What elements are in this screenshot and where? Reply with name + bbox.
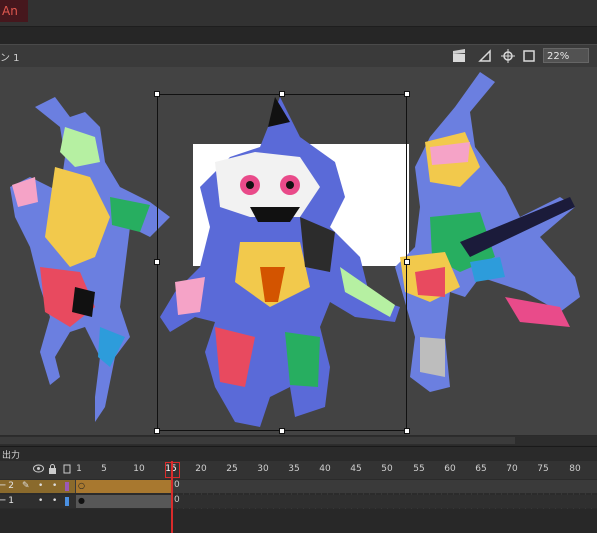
document-tab-bar — [0, 27, 597, 44]
layer-name[interactable]: ─ 1 • • — [0, 495, 75, 508]
playhead-marker[interactable] — [165, 462, 180, 478]
frame-number: 5 — [101, 464, 107, 474]
frame-number: 70 — [506, 464, 518, 474]
layer-label: ─ 1 — [0, 496, 15, 506]
stage-rotate-icon[interactable] — [477, 48, 493, 64]
frame-number: 1 — [76, 464, 82, 474]
frame-number: 40 — [319, 464, 331, 474]
timeline-title[interactable]: 出力 — [2, 448, 20, 461]
layer-row-2[interactable]: ─ 2 ✎ • • ○ 0 — [0, 480, 597, 493]
frame-number: 30 — [257, 464, 269, 474]
frame-number: 10 — [133, 464, 145, 474]
outline-icon[interactable] — [63, 464, 71, 477]
scene-label[interactable]: ン 1 — [0, 49, 20, 64]
keyframe-icon[interactable]: ○ — [78, 481, 85, 490]
keyframe-icon[interactable]: ● — [78, 496, 85, 505]
transform-handle[interactable] — [404, 428, 410, 434]
stage-horizontal-scrollbar[interactable] — [0, 436, 597, 445]
lock-icon[interactable] — [48, 464, 57, 477]
clip-icon[interactable] — [521, 48, 537, 64]
layer-name[interactable]: ─ 2 ✎ • • — [0, 480, 75, 493]
app-logo: An — [0, 0, 28, 22]
timeline-ruler[interactable]: 1 5 10 15 20 25 30 35 40 45 50 55 60 65 … — [0, 461, 597, 479]
visible-dot-icon[interactable]: • — [38, 480, 43, 493]
frame-number: 45 — [350, 464, 362, 474]
stage-canvas[interactable] — [0, 67, 597, 435]
frame-end-marker: 0 — [174, 480, 180, 490]
top-menu-bar: An — [0, 0, 597, 27]
layer-frames[interactable]: ● — [76, 495, 172, 508]
frame-number: 50 — [381, 464, 393, 474]
transform-handle[interactable] — [404, 259, 410, 265]
frame-number: 65 — [475, 464, 487, 474]
zoom-input[interactable]: 22% — [543, 48, 589, 63]
frame-number: 75 — [537, 464, 549, 474]
lock-dot-icon[interactable]: • — [52, 480, 57, 493]
scene-toolbar: ン 1 22% — [0, 44, 597, 68]
frame-number: 20 — [195, 464, 207, 474]
frame-number: 55 — [413, 464, 425, 474]
layer-color-swatch[interactable] — [65, 497, 69, 506]
transform-handle[interactable] — [404, 91, 410, 97]
frame-number: 25 — [226, 464, 238, 474]
clapperboard-icon[interactable] — [451, 48, 467, 64]
layer-frames[interactable]: ○ — [76, 480, 172, 493]
transform-handle[interactable] — [154, 91, 160, 97]
visible-dot-icon[interactable]: • — [38, 495, 43, 508]
frame-number: 80 — [569, 464, 581, 474]
transform-handle[interactable] — [154, 259, 160, 265]
layer-row-1[interactable]: ─ 1 • • ● 0 — [0, 495, 597, 508]
center-stage-icon[interactable] — [500, 48, 516, 64]
selection-bounding-box[interactable] — [157, 94, 407, 431]
layer-color-swatch[interactable] — [65, 482, 69, 491]
frame-end-marker: 0 — [174, 495, 180, 505]
frame-number: 35 — [288, 464, 300, 474]
transform-handle[interactable] — [154, 428, 160, 434]
timeline-panel-header: 出力 — [0, 446, 597, 462]
right-collage-figure — [395, 72, 580, 392]
timeline-empty-area[interactable] — [0, 509, 597, 533]
lock-dot-icon[interactable]: • — [52, 495, 57, 508]
scrollbar-thumb[interactable] — [0, 437, 515, 444]
frame-number: 60 — [444, 464, 456, 474]
pencil-icon[interactable]: ✎ — [22, 480, 30, 493]
transform-handle[interactable] — [279, 428, 285, 434]
layer-label: ─ 2 — [0, 481, 15, 491]
eye-icon[interactable] — [33, 464, 44, 476]
transform-handle[interactable] — [279, 91, 285, 97]
